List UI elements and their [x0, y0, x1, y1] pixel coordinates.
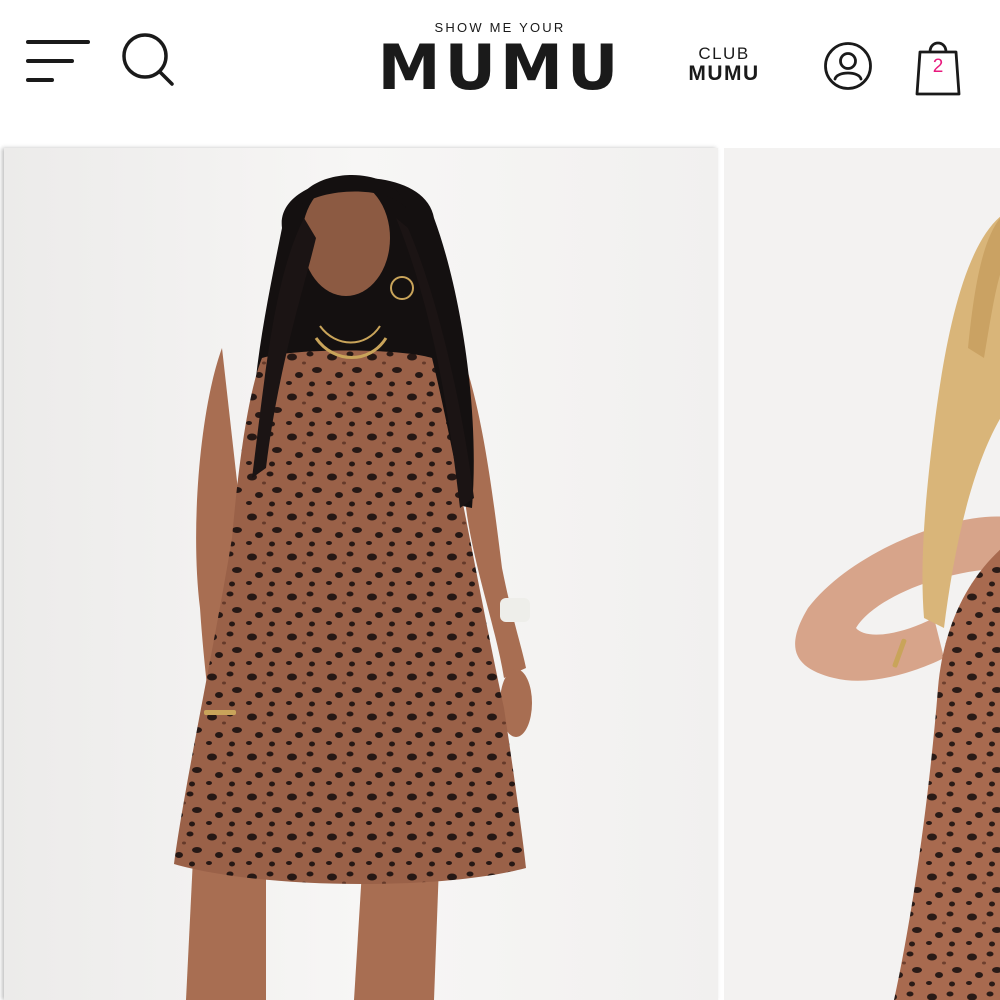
search-icon[interactable] — [118, 30, 178, 90]
product-image-gallery[interactable] — [0, 134, 1000, 1000]
club-label-line2: MUMU — [688, 62, 760, 85]
product-image-2[interactable] — [724, 148, 1000, 1000]
site-header: SHOW ME YOUR MUMU CLUB MUMU 2 — [0, 0, 1000, 134]
model-photo-2 — [724, 148, 1000, 1000]
cart-count-badge: 2 — [932, 56, 944, 77]
menu-line — [26, 59, 74, 63]
brand-logo[interactable]: SHOW ME YOUR MUMU — [377, 20, 623, 104]
hamburger-menu-icon[interactable] — [26, 38, 92, 88]
user-account-icon[interactable] — [822, 40, 874, 92]
club-mumu-link[interactable]: CLUB MUMU — [680, 44, 768, 84]
club-label-line1: CLUB — [698, 44, 750, 63]
shopping-bag-icon[interactable]: 2 — [912, 36, 964, 98]
product-image-1[interactable] — [4, 148, 718, 1000]
model-photo-1 — [4, 148, 718, 1000]
brand-wordmark: MUMU — [377, 31, 623, 104]
menu-line — [26, 78, 54, 82]
menu-line — [26, 40, 90, 44]
